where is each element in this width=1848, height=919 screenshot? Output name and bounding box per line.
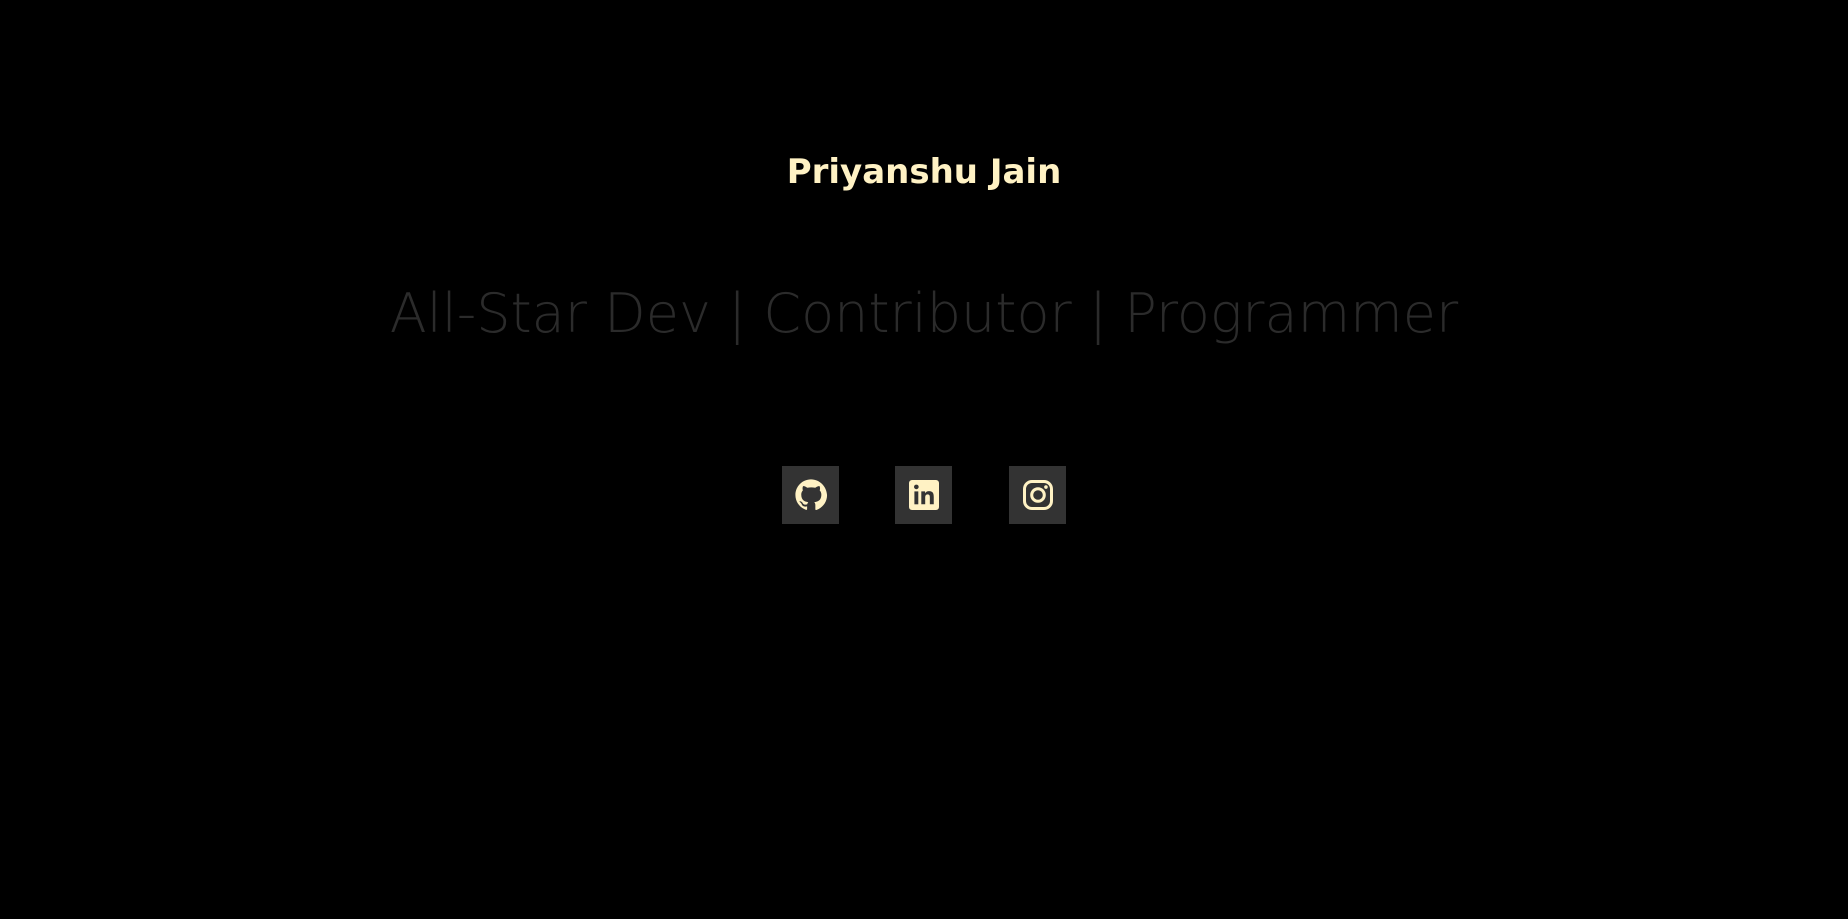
page: Priyanshu Jain All-Star Dev | Contributo…: [0, 0, 1848, 919]
profile-name: Priyanshu Jain: [786, 152, 1062, 192]
github-icon: [794, 479, 827, 511]
social-links: [782, 466, 1067, 524]
instagram-link-button[interactable]: [1009, 466, 1066, 524]
instagram-icon: [1022, 480, 1053, 510]
linkedin-link-button[interactable]: [895, 466, 952, 524]
github-link-button[interactable]: [782, 466, 839, 524]
linkedin-icon: [908, 480, 939, 510]
tagline: All-Star Dev | Contributor | Programmer: [389, 282, 1459, 345]
